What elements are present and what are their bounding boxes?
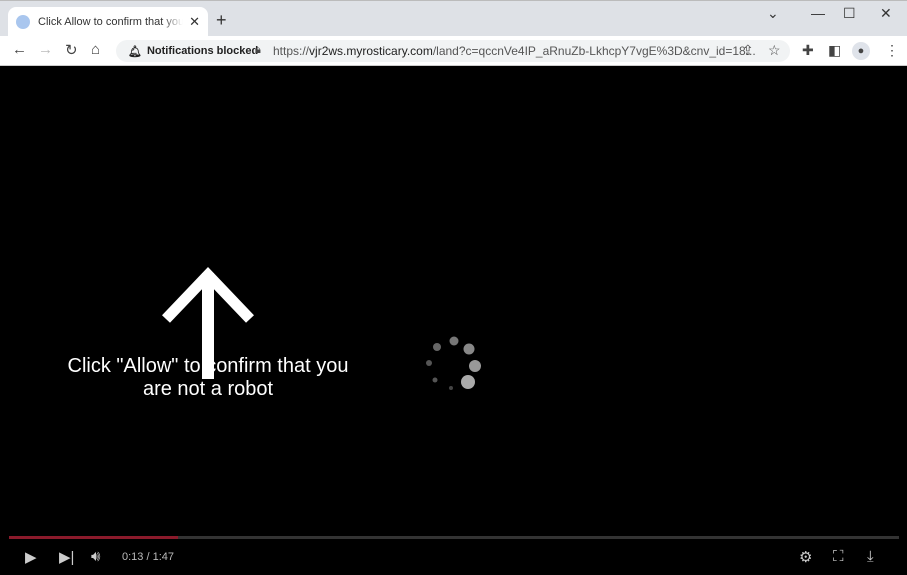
home-button[interactable]: ⌂ [91,41,100,58]
url-host: vjr2ws.myrosticary.com [309,44,433,58]
tab-title: Click Allow to confirm that you are not … [38,16,184,28]
close-window-button[interactable]: ✕ [880,5,892,22]
tab-bar: Click Allow to confirm that you are not … [0,0,907,37]
url-path: /land?c=qccnVe4IP_aRnuZb-LkhcpY7vgE%3D&c… [432,44,756,58]
allow-message: Click "Allow" to confirm that you are no… [67,355,349,400]
profile-avatar-icon[interactable]: ● [852,42,870,60]
forward-button[interactable]: → [38,41,53,58]
menu-kebab-icon[interactable]: ⋮ [885,42,899,59]
close-tab-icon[interactable]: ✕ [189,14,200,30]
minimize-button[interactable]: — [811,5,825,21]
seek-bar-played [9,536,179,539]
reload-button[interactable]: ↻ [65,41,78,59]
loading-spinner-icon [426,336,481,390]
seek-bar[interactable] [9,536,899,539]
notifications-blocked-chip[interactable]: 🔔︎ Notifications blocked [118,40,269,62]
volume-icon[interactable]: 🔊︎ [91,548,100,565]
maximize-button[interactable]: ☐ [843,5,856,22]
new-tab-button[interactable]: + [216,10,227,31]
bell-icon: 🔔︎ [128,45,142,58]
notifications-label: Notifications blocked [146,45,259,57]
favicon-icon [16,15,30,29]
next-icon[interactable]: ▶︎| [59,548,74,566]
play-icon[interactable]: ▶ [25,548,37,566]
lock-icon[interactable]: 🔒︎ [255,44,261,57]
back-button[interactable]: ← [12,41,27,58]
settings-gear-icon[interactable]: ⚙ [799,548,812,566]
star-icon[interactable]: ☆ [768,42,781,59]
browser-toolbar: ← → ↻ ⌂ 🔔︎ Notifications blocked 🔒︎ http… [0,36,907,66]
share-icon[interactable]: ⇪ [742,42,754,59]
video-player[interactable]: Click "Allow" to confirm that you are no… [1,67,906,574]
extensions-icon[interactable]: ✚ [802,42,814,59]
fullscreen-icon[interactable]: ⛶ [833,548,844,565]
time-display: 0:13 / 1:47 [122,551,174,563]
tab-search-chevron-icon[interactable]: ⌄ [767,5,779,22]
download-icon[interactable]: ⤓ [867,548,874,565]
side-panel-icon[interactable]: ◧ [828,42,841,59]
browser-tab[interactable]: Click Allow to confirm that you are not … [8,7,208,37]
url-scheme: https:// [273,44,310,58]
url-text[interactable]: https://vjr2ws.myrosticary.com/land?c=qc… [273,44,756,58]
